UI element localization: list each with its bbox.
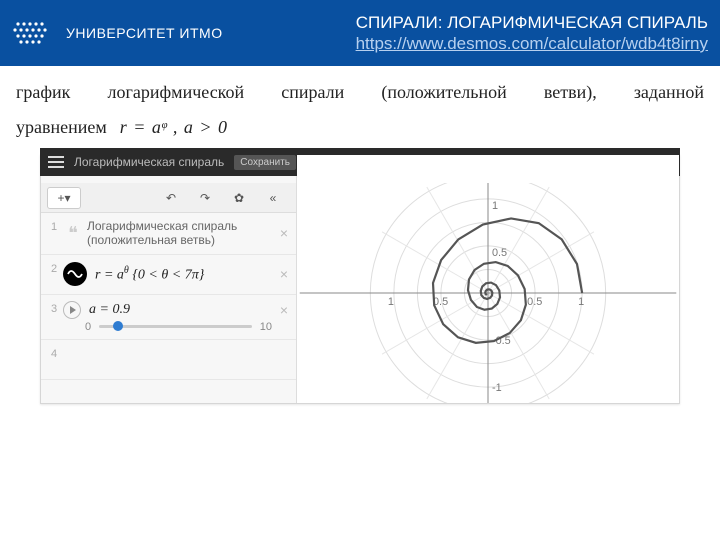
note-text: Логарифмическая спираль (положительная в… bbox=[83, 219, 276, 248]
university-logo: УНИВЕРСИТЕТ ИТМО bbox=[8, 10, 223, 56]
close-icon[interactable]: × bbox=[276, 266, 292, 282]
desmos-link[interactable]: https://www.desmos.com/calculator/wdb4t8… bbox=[356, 34, 708, 53]
expression-row-empty[interactable]: 4 bbox=[41, 340, 296, 380]
close-icon[interactable]: × bbox=[276, 302, 292, 318]
desc-word: логарифмической bbox=[108, 82, 245, 103]
quote-icon: ❝ bbox=[63, 223, 83, 244]
svg-text:1: 1 bbox=[492, 200, 498, 212]
row-number: 2 bbox=[45, 261, 63, 275]
slide-header: УНИВЕРСИТЕТ ИТМО СПИРАЛИ: ЛОГАРИФМИЧЕСКА… bbox=[0, 0, 720, 66]
expression-row-formula[interactable]: 2 r = aθ {0 < θ < 7π} × bbox=[41, 255, 296, 295]
plot-color-icon[interactable] bbox=[63, 262, 87, 286]
redo-button[interactable]: ↷ bbox=[188, 187, 222, 209]
expression-latex[interactable]: r = aθ {0 < θ < 7π} bbox=[91, 265, 276, 284]
add-expression-button[interactable]: +▾ bbox=[47, 187, 81, 209]
desc-word: ветви), bbox=[544, 82, 597, 103]
row-number: 3 bbox=[45, 301, 63, 315]
desmos-app: +▾ ↶ ↷ ✿ « 1 ❝ Логарифмическая спираль (… bbox=[40, 154, 680, 404]
graph-canvas[interactable]: 10.5-0.5-110.50.51 bbox=[297, 155, 679, 403]
play-slider-button[interactable] bbox=[63, 301, 81, 319]
row-number: 4 bbox=[45, 346, 63, 360]
desc-word: график bbox=[16, 82, 70, 103]
slider-max[interactable]: 10 bbox=[260, 321, 272, 333]
svg-text:1: 1 bbox=[388, 296, 394, 308]
menu-icon[interactable] bbox=[48, 156, 64, 168]
sidebar-toolbar: +▾ ↶ ↷ ✿ « bbox=[41, 183, 296, 213]
slider-thumb[interactable] bbox=[113, 321, 123, 331]
description-text: график логарифмической спирали (положите… bbox=[0, 66, 720, 148]
graph-title: Логарифмическая спираль bbox=[74, 155, 224, 169]
svg-text:0.5: 0.5 bbox=[492, 247, 507, 259]
save-button[interactable]: Сохранить bbox=[234, 155, 296, 170]
desc-word: спирали bbox=[281, 82, 344, 103]
university-name: УНИВЕРСИТЕТ ИТМО bbox=[66, 25, 223, 41]
desc-word: заданной bbox=[634, 82, 704, 103]
settings-button[interactable]: ✿ bbox=[222, 187, 256, 209]
slide-title: СПИРАЛИ: ЛОГАРИФМИЧЕСКАЯ СПИРАЛЬ bbox=[356, 12, 708, 33]
close-icon[interactable]: × bbox=[276, 225, 292, 241]
row-number: 1 bbox=[45, 219, 63, 233]
itmo-logo-icon bbox=[8, 10, 54, 56]
desc-word: уравнением bbox=[16, 117, 107, 137]
svg-text:-1: -1 bbox=[492, 382, 502, 394]
svg-text:1: 1 bbox=[578, 296, 584, 308]
svg-text:0.5: 0.5 bbox=[527, 296, 542, 308]
undo-button[interactable]: ↶ bbox=[154, 187, 188, 209]
slider-variable[interactable]: a = 0.9 bbox=[81, 302, 276, 318]
slider-min[interactable]: 0 bbox=[85, 321, 91, 333]
expression-sidebar: +▾ ↶ ↷ ✿ « 1 ❝ Логарифмическая спираль (… bbox=[41, 155, 297, 403]
desc-word: (положительной bbox=[381, 82, 506, 103]
expression-row-slider[interactable]: 3 a = 0.9 × 0 10 bbox=[41, 295, 296, 340]
collapse-sidebar-button[interactable]: « bbox=[256, 187, 290, 209]
slider-track[interactable] bbox=[99, 325, 252, 328]
slide-title-block: СПИРАЛИ: ЛОГАРИФМИЧЕСКАЯ СПИРАЛЬ https:/… bbox=[356, 12, 708, 55]
expression-row-note[interactable]: 1 ❝ Логарифмическая спираль (положительн… bbox=[41, 213, 296, 255]
equation-formula: r = aᵠ , a > 0 bbox=[120, 117, 227, 137]
